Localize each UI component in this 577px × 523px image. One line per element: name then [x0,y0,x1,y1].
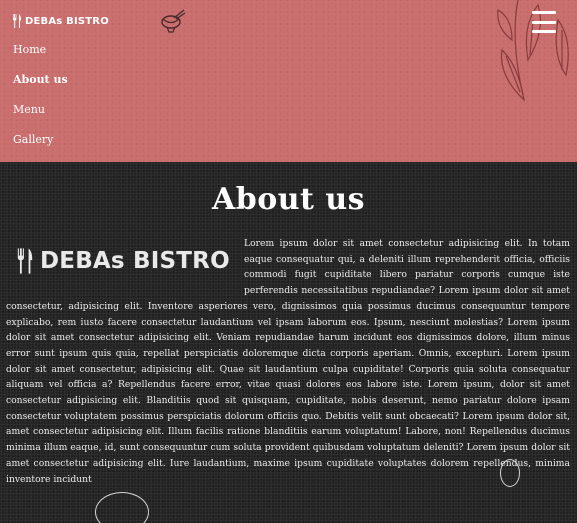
about-body: DEBAs BISTRO Lorem ipsum dolor sit amet … [6,236,570,487]
utensils-icon [13,14,22,28]
logo-text: DEBAs BISTRO [40,248,230,274]
utensils-icon [17,248,33,274]
brand-logo[interactable]: DEBAs BISTRO [12,12,109,30]
main-nav: Home About us Menu Gallery [13,42,68,162]
hamburger-bar [532,30,556,33]
nav-item-home[interactable]: Home [13,42,68,72]
nav-item-menu[interactable]: Menu [13,102,68,132]
noodle-bowl-icon [161,9,186,33]
page: DEBAs BISTRO Home About us Menu Gallery … [0,0,577,523]
hamburger-bar [532,11,556,14]
brand-name: DEBAs BISTRO [25,15,109,27]
hamburger-menu-icon[interactable] [532,11,556,33]
nav-item-gallery[interactable]: Gallery [13,132,68,162]
hamburger-bar [532,20,556,24]
bubble-decoration [500,459,520,487]
about-section: About us DEBAs BISTRO Lorem ipsum dolor … [0,162,577,523]
bubble-decoration [95,492,149,523]
site-header: DEBAs BISTRO Home About us Menu Gallery [0,0,577,162]
page-title: About us [211,182,366,217]
bistro-logo: DEBAs BISTRO [6,236,240,286]
nav-item-about-us[interactable]: About us [13,72,68,102]
